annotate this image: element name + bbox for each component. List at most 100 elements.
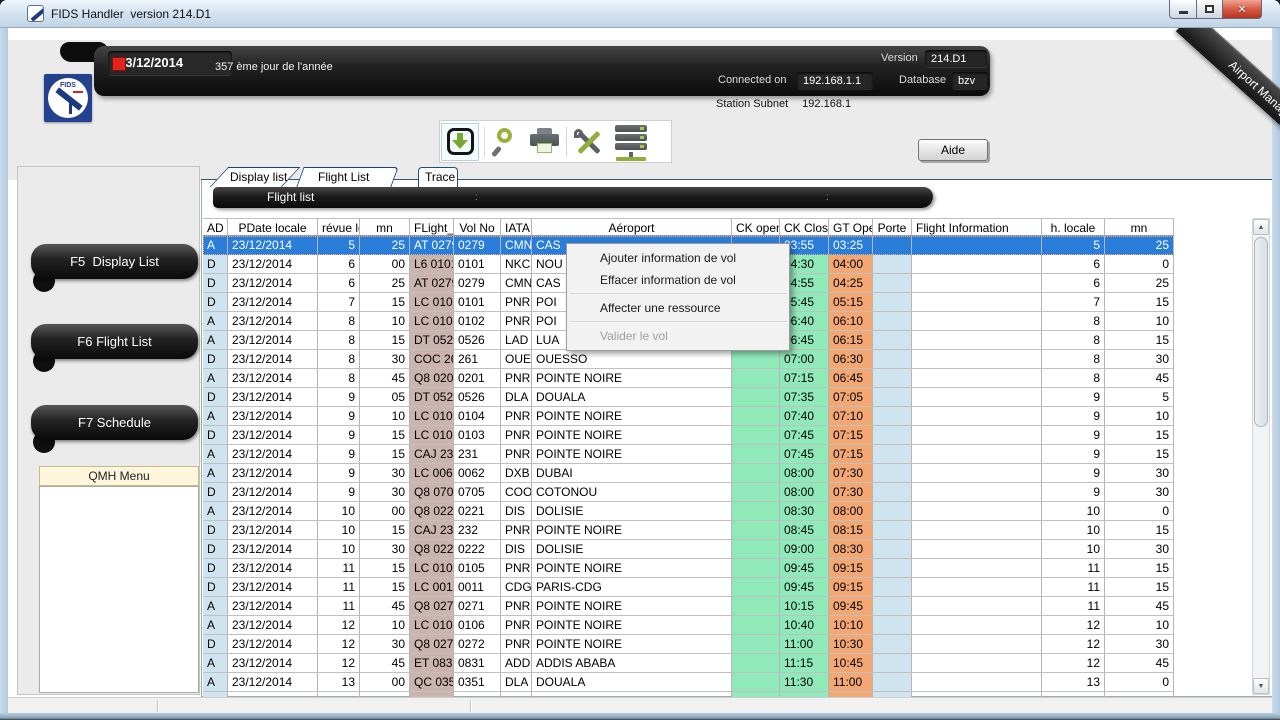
table-cell: 30 [1105,464,1174,483]
table-row[interactable]: A23/12/20141245ET 08310831ADDADDIS ABABA… [203,654,1174,673]
table-cell: 0705 [454,483,501,502]
table-cell: 11:15 [780,654,829,673]
table-cell: 8 [1042,350,1105,369]
table-row[interactable]: A23/12/20141145Q8 02710271PNRPOINTE NOIR… [203,597,1174,616]
column-header[interactable]: Porte [873,218,912,236]
tab-flight-list-label[interactable]: Flight List [318,170,369,184]
f7-schedule-button[interactable]: F7 Schedule [31,405,198,440]
tab-display-list-label[interactable]: Display list [230,170,287,184]
tab-trace-label[interactable]: Trace [425,170,455,184]
close-button[interactable]: ✕ [1222,0,1262,19]
table-row[interactable]: D23/12/20141015CAJ 232232PNRPOINTE NOIRE… [203,521,1174,540]
table-row[interactable]: A23/12/2014845Q8 02010201PNRPOINTE NOIRE… [203,369,1174,388]
qmh-menu-listbox[interactable] [39,486,199,693]
table-cell: 23/12/2014 [228,540,318,559]
column-header[interactable]: révue loc [318,218,360,236]
column-header[interactable]: FLight_1 [410,218,454,236]
column-header[interactable]: Aéroport [532,218,732,236]
connected-label: Connected on [718,74,787,86]
table-cell: 25 [360,274,410,293]
table-cell: POINTE NOIRE [532,616,732,635]
column-header[interactable]: CK open [732,218,780,236]
table-row[interactable]: D23/12/2014830COC 261261OUEOUESSO07:0006… [203,350,1174,369]
table-cell [732,369,780,388]
table-cell: 0222 [454,540,501,559]
vertical-scrollbar[interactable]: ▲ ▼ [1252,218,1270,695]
help-button[interactable]: Aide [918,139,988,161]
menu-item-assign-resource[interactable]: Affecter une ressource [567,297,789,319]
table-cell: 06:30 [829,350,873,369]
table-row[interactable]: A23/12/2014910LC 01040104PNRPOINTE NOIRE… [203,407,1174,426]
table-cell: 08:15 [829,521,873,540]
column-header[interactable]: PDate locale [228,218,318,236]
table-cell: 04:25 [829,274,873,293]
column-header[interactable]: mn [360,218,410,236]
table-cell: 23/12/2014 [228,274,318,293]
table-cell: 23/12/2014 [228,635,318,654]
table-row[interactable]: D23/12/2014915LC 01030103PNRPOINTE NOIRE… [203,426,1174,445]
table-row[interactable]: D23/12/20141115LC 00110011CDGPARIS-CDG09… [203,578,1174,597]
tools-icon[interactable] [573,127,605,158]
maximize-button[interactable] [1196,0,1222,19]
table-cell: DXB [501,464,532,483]
table-row[interactable]: D23/12/20141230Q8 02720272PNRPOINTE NOIR… [203,635,1174,654]
minimize-button[interactable] [1169,0,1196,19]
server-icon[interactable] [613,125,649,161]
f6-flight-list-button[interactable]: F6 Flight List [31,324,198,359]
table-row[interactable]: D23/12/20141115LC 01050105PNRPOINTE NOIR… [203,559,1174,578]
table-cell: DT 0526 [410,331,454,350]
title-bar[interactable]: FIDS Handler version 214.D1 [0,0,1280,28]
column-header[interactable]: mn [1105,218,1174,236]
table-cell: 8 [1042,369,1105,388]
column-header[interactable]: h. locale [1042,218,1105,236]
table-cell: 9 [1042,483,1105,502]
column-header[interactable]: Flight Information [912,218,1042,236]
table-row[interactable]: A23/12/20141000Q8 02210221DISDOLISIE08:3… [203,502,1174,521]
table-cell: D [203,559,228,578]
print-icon[interactable] [529,128,561,156]
table-cell: 09:15 [829,559,873,578]
column-header[interactable]: CK Close [780,218,829,236]
f5-display-list-button[interactable]: F5 Display List [31,244,198,279]
table-row[interactable]: A23/12/20141300QC 03510351DLADOUALA11:30… [203,673,1174,692]
search-icon[interactable] [493,127,521,157]
table-cell: 07:30 [829,483,873,502]
table-row[interactable]: A23/12/2014915CAJ 231231PNRPOINTE NOIRE0… [203,445,1174,464]
column-header[interactable]: GT Open [829,218,873,236]
table-cell [912,540,1042,559]
menu-item-add-flight-info[interactable]: Ajouter information de vol [567,247,789,269]
table-cell [912,502,1042,521]
table-cell [873,502,912,521]
fids-logo-red-mark [73,91,83,93]
table-cell: 08:00 [829,502,873,521]
menu-item-clear-flight-info[interactable]: Effacer information de vol [567,269,789,291]
table-cell [873,426,912,445]
table-cell [873,236,912,255]
table-cell: 10 [360,312,410,331]
table-cell: 0102 [454,312,501,331]
column-header[interactable]: Vol No [454,218,501,236]
table-cell: 0101 [454,293,501,312]
table-row[interactable]: D23/12/2014930Q8 07050705COOCOTONOU08:00… [203,483,1174,502]
table-cell: 30 [1105,350,1174,369]
scrollbar-thumb[interactable] [1254,237,1268,427]
scroll-down-button[interactable]: ▼ [1253,678,1269,694]
table-row[interactable]: D23/12/20141030Q8 02220222DISDOLISIE09:0… [203,540,1174,559]
column-header[interactable]: AD [203,218,228,236]
menu-separator [569,321,787,322]
scroll-up-button[interactable]: ▲ [1253,219,1269,235]
table-cell [732,521,780,540]
table-row[interactable]: A23/12/2014930LC 00620062DXBDUBAI08:0007… [203,464,1174,483]
import-icon[interactable] [447,128,474,155]
table-cell: 0272 [454,635,501,654]
table-cell: 11 [318,559,360,578]
table-row[interactable]: D23/12/2014905DT 05260526DLADOUALA07:350… [203,388,1174,407]
table-cell: PNR [501,312,532,331]
table-cell: POINTE NOIRE [532,426,732,445]
fids-logo: FIDS [44,74,92,122]
table-cell: 23/12/2014 [228,502,318,521]
table-row[interactable]: A23/12/20141210LC 01060106PNRPOINTE NOIR… [203,616,1174,635]
column-header[interactable]: IATA [501,218,532,236]
table-cell: 11 [318,578,360,597]
menu-item-validate-flight[interactable]: Valider le vol [567,325,789,347]
